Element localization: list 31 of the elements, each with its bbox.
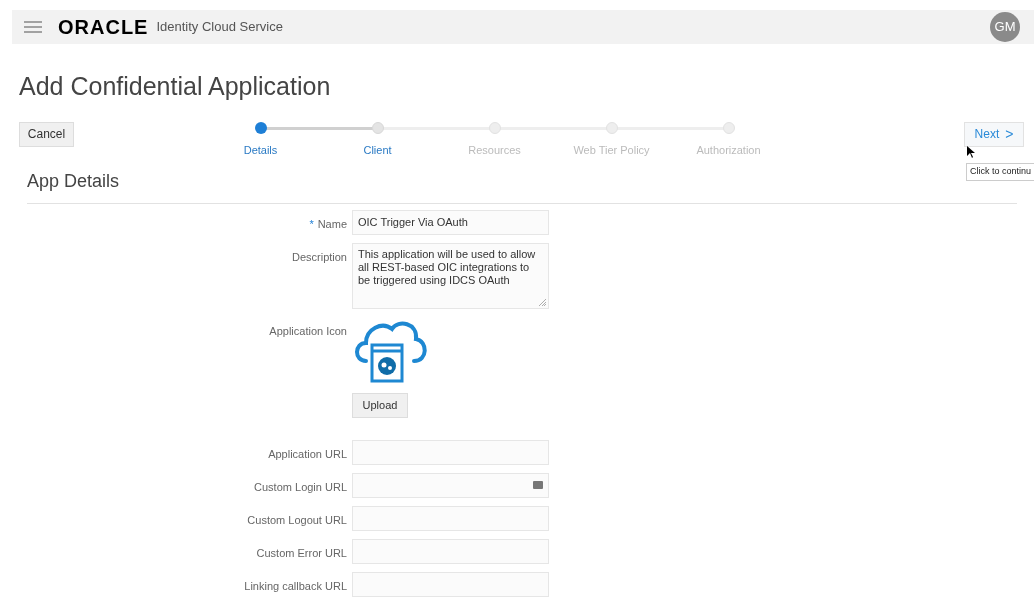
field-label: Application Icon	[269, 324, 347, 337]
input-field[interactable]: OIC Trigger Via OAuth	[352, 209, 549, 235]
next-button[interactable]: Next >	[964, 121, 1024, 147]
field-label: Custom Logout URL	[247, 513, 347, 526]
field-label: Application URL	[268, 447, 347, 460]
field-label: Name	[317, 217, 347, 230]
input-field[interactable]	[352, 472, 549, 498]
user-avatar[interactable]: GM	[990, 12, 1020, 42]
field-label: Custom Error URL	[256, 546, 347, 559]
field-label: Description	[291, 250, 347, 263]
tooltip: Click to continu	[966, 163, 1034, 181]
description-field[interactable]: This application will be used to allow all REST-based OIC integrations to be triggered using IDCS OAuth	[352, 242, 549, 309]
cancel-button[interactable]: Cancel	[19, 121, 74, 147]
page-title: Add Confidential Application	[19, 71, 332, 102]
section-title: App Details	[27, 169, 120, 193]
input-field[interactable]	[352, 571, 549, 597]
mouse-cursor-icon	[967, 146, 975, 158]
menu-icon[interactable]	[24, 21, 42, 33]
input-field[interactable]	[352, 505, 549, 531]
product-name: Identity Cloud Service	[156, 18, 283, 37]
field-label: Linking callback URL	[244, 579, 347, 592]
resize-handle-icon[interactable]	[539, 298, 546, 306]
input-field[interactable]	[352, 439, 549, 465]
upload-button[interactable]: Upload	[352, 392, 408, 418]
step-label[interactable]: Client	[363, 141, 392, 158]
input-field[interactable]	[352, 538, 549, 564]
step-label[interactable]: Details	[243, 141, 278, 158]
card-icon[interactable]	[533, 481, 543, 489]
required-mark: *	[309, 217, 314, 230]
field-label: Custom Login URL	[254, 480, 347, 493]
oracle-logo: ORACLE	[58, 15, 149, 40]
